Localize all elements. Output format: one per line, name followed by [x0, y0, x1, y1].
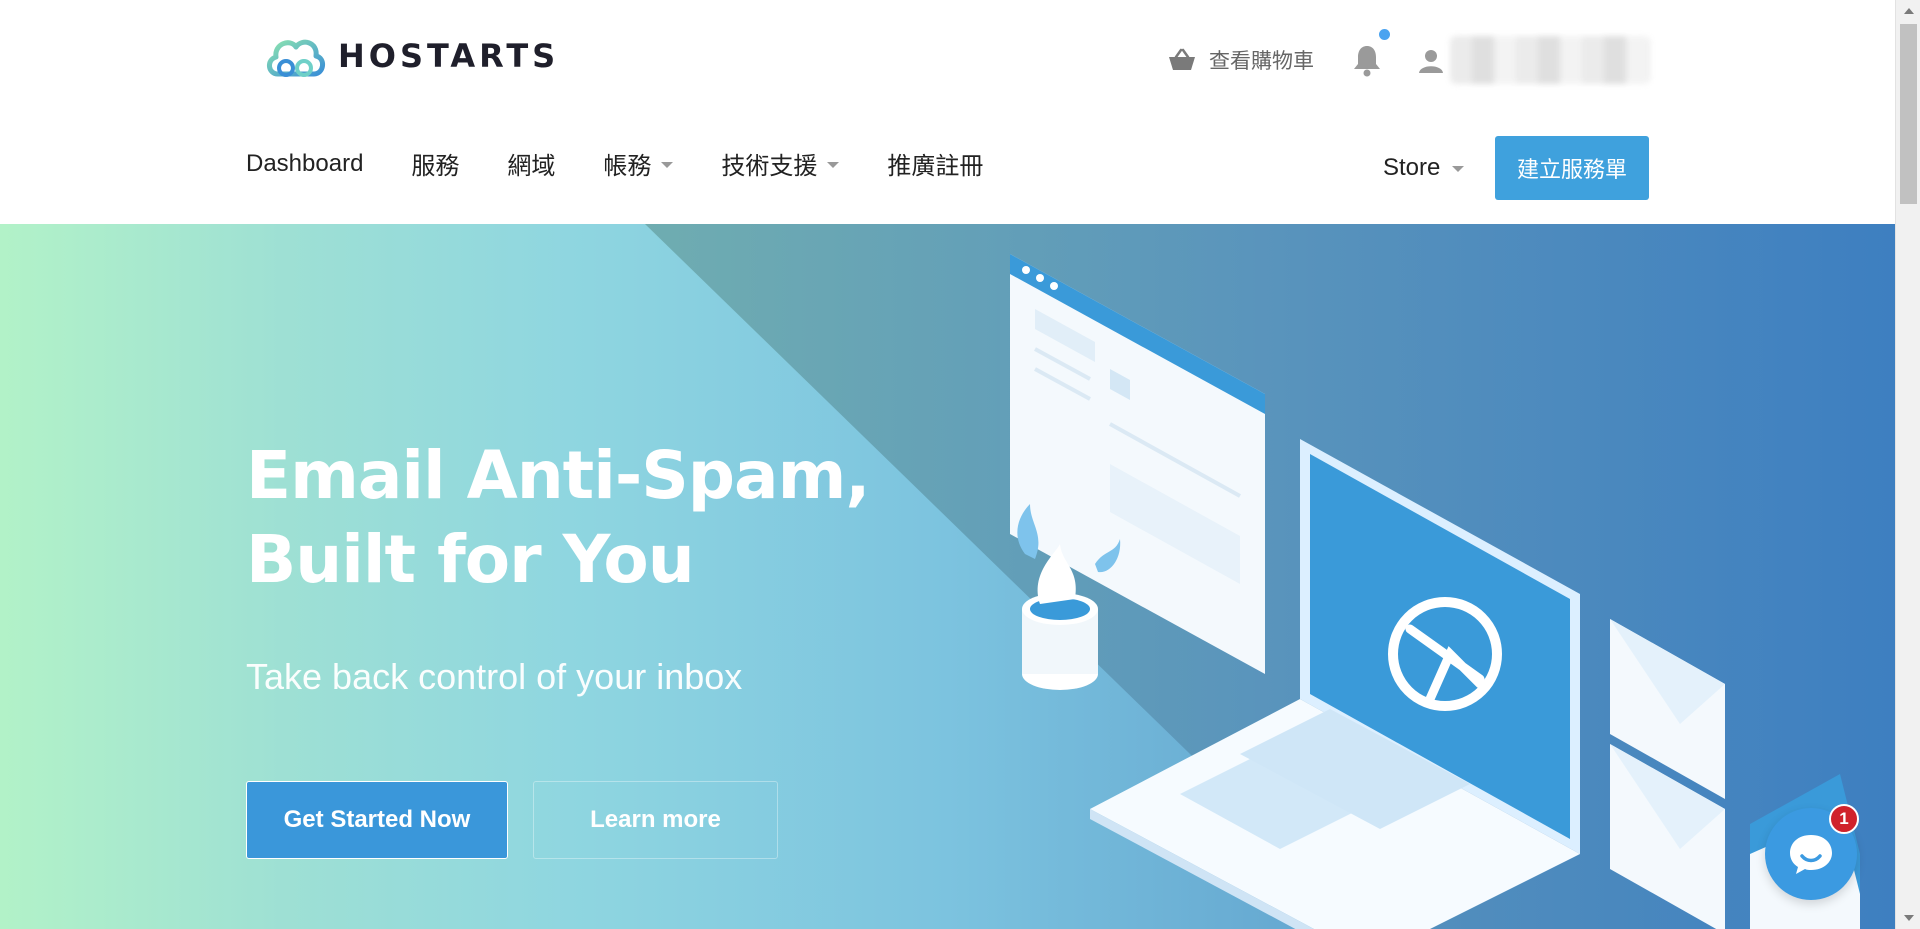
- notifications-button[interactable]: [1352, 29, 1390, 77]
- arrow-down-icon: [1903, 915, 1914, 921]
- live-chat-button[interactable]: 1: [1765, 804, 1859, 900]
- nav-item-dashboard[interactable]: Dashboard: [246, 150, 363, 178]
- nav-item-domains[interactable]: 網域: [507, 146, 555, 181]
- page: HOSTARTS 查看購物車 Dashboard 服務 網域 帳務 技術支援 推…: [0, 0, 1895, 929]
- nav-item-billing[interactable]: 帳務: [603, 146, 674, 181]
- nav-item-label: 帳務: [603, 153, 652, 180]
- nav-item-services[interactable]: 服務: [411, 146, 459, 181]
- brand-name: HOSTARTS: [338, 37, 560, 75]
- scroll-down-button[interactable]: [1896, 907, 1920, 929]
- store-label: Store: [1383, 154, 1441, 181]
- nav-item-support[interactable]: 技術支援: [721, 146, 840, 181]
- chat-bubble-icon: [1790, 835, 1832, 874]
- email-laptop-illustration: [1010, 254, 1860, 929]
- nav-item-affiliates[interactable]: 推廣註冊: [887, 146, 983, 181]
- view-cart-label: 查看購物車: [1209, 50, 1314, 73]
- view-cart-link[interactable]: 查看購物車: [1167, 45, 1314, 75]
- nav-item-label: 服務: [411, 153, 460, 180]
- store-menu[interactable]: Store: [1383, 154, 1465, 182]
- scroll-up-button[interactable]: [1896, 0, 1920, 22]
- arrow-up-icon: [1903, 8, 1914, 14]
- brand-logo[interactable]: HOSTARTS: [264, 30, 559, 82]
- cloud-logo-icon: [267, 39, 325, 77]
- nav-item-label: 技術支援: [721, 153, 818, 180]
- nav-item-label: 推廣註冊: [887, 153, 984, 180]
- hero-banner: Email Anti-Spam, Built for You Take back…: [0, 224, 1895, 929]
- nav-item-label: 網域: [507, 153, 556, 180]
- nav-item-label: Dashboard: [246, 149, 364, 177]
- notification-dot: [1379, 29, 1390, 40]
- chat-unread-badge: 1: [1829, 804, 1859, 834]
- site-header: HOSTARTS 查看購物車 Dashboard 服務 網域 帳務 技術支援 推…: [0, 0, 1895, 224]
- vertical-scrollbar[interactable]: [1895, 0, 1920, 929]
- basket-icon: [1169, 48, 1195, 70]
- hero-subtitle: Take back control of your inbox: [246, 656, 743, 697]
- scroll-thumb[interactable]: [1900, 24, 1917, 204]
- chevron-down-icon: [661, 161, 674, 168]
- user-icon: [1419, 50, 1443, 73]
- get-started-button[interactable]: Get Started Now: [246, 781, 508, 859]
- hero-title: Email Anti-Spam, Built for You: [246, 437, 870, 598]
- open-ticket-button[interactable]: 建立服務單: [1495, 136, 1649, 200]
- main-nav: Dashboard 服務 網域 帳務 技術支援 推廣註冊: [246, 146, 1031, 181]
- learn-more-button[interactable]: Learn more: [533, 781, 778, 859]
- chevron-down-icon: [1452, 166, 1465, 172]
- chevron-down-icon: [827, 161, 840, 168]
- account-menu[interactable]: [1418, 36, 1650, 84]
- account-name-redacted: [1450, 36, 1650, 84]
- bell-icon: [1354, 46, 1380, 77]
- header-actions: 查看購物車: [1167, 29, 1650, 84]
